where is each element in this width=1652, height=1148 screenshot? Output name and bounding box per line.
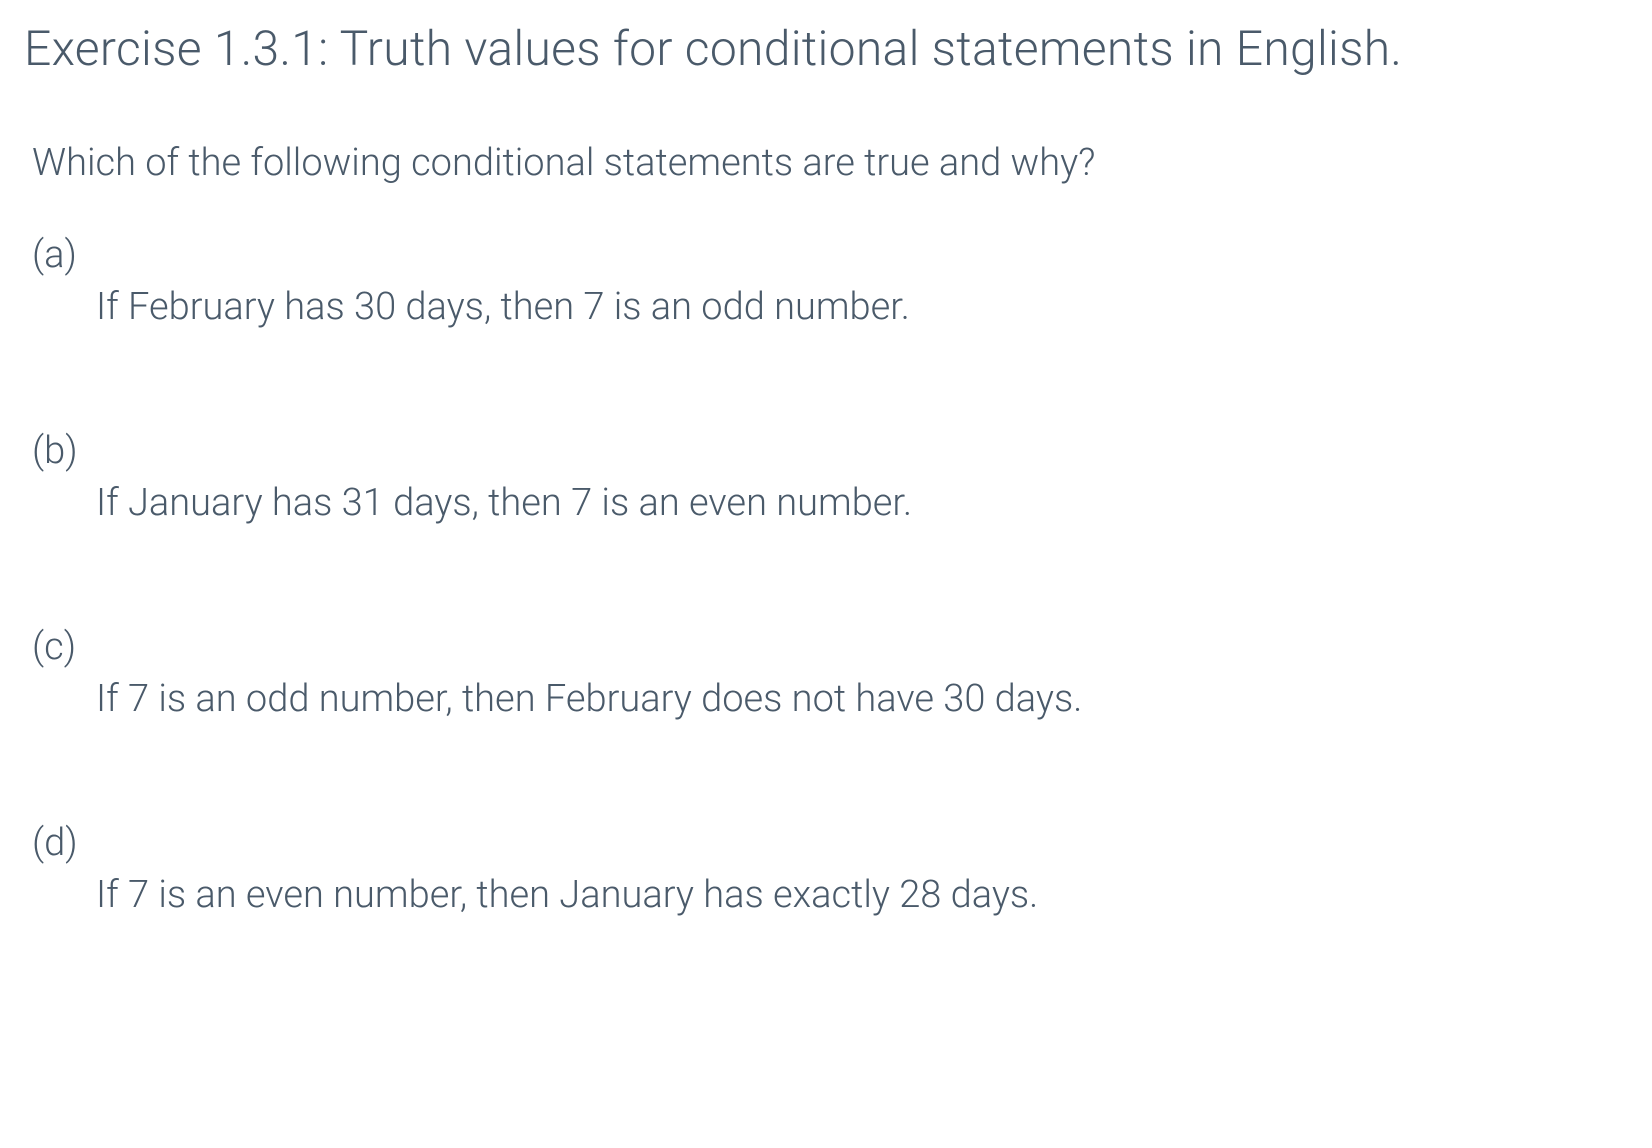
exercise-item-a: (a) If February has 30 days, then 7 is a… xyxy=(24,233,1628,329)
exercise-item-d: (d) If 7 is an even number, then January… xyxy=(24,821,1628,917)
item-label: (d) xyxy=(32,821,1628,865)
item-statement: If January has 31 days, then 7 is an eve… xyxy=(32,481,1628,525)
exercise-title: Exercise 1.3.1: Truth values for conditi… xyxy=(24,20,1628,77)
item-statement: If 7 is an even number, then January has… xyxy=(32,873,1628,917)
exercise-item-b: (b) If January has 31 days, then 7 is an… xyxy=(24,429,1628,525)
item-label: (a) xyxy=(32,233,1628,277)
item-label: (c) xyxy=(32,625,1628,669)
item-label: (b) xyxy=(32,429,1628,473)
question-text: Which of the following conditional state… xyxy=(24,141,1628,185)
item-statement: If 7 is an odd number, then February doe… xyxy=(32,677,1628,721)
exercise-item-c: (c) If 7 is an odd number, then February… xyxy=(24,625,1628,721)
item-statement: If February has 30 days, then 7 is an od… xyxy=(32,285,1628,329)
